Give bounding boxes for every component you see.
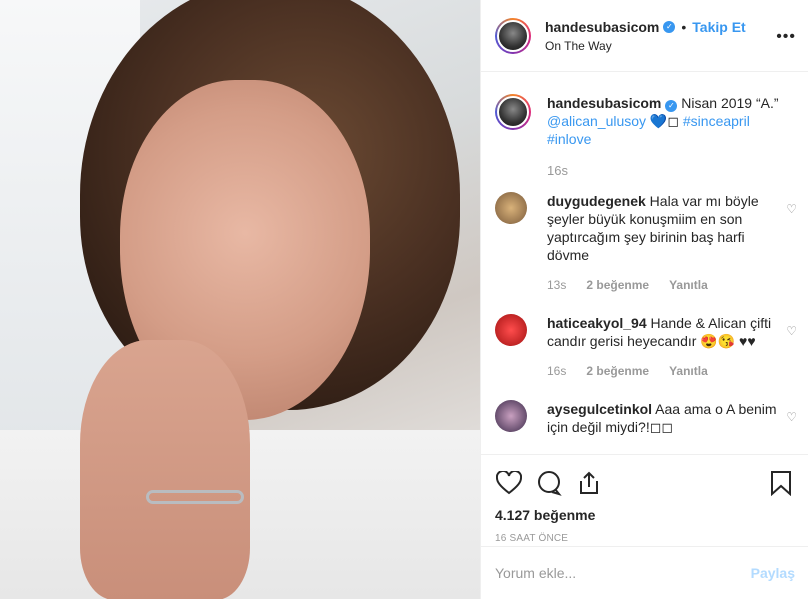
comment-time: 13s [547,278,567,292]
post-sidebar: handesubasicom ✓ • Takip Et On The Way •… [480,0,808,599]
reply-button[interactable]: Yanıtla [669,276,708,294]
comment-time: 16s [547,364,567,378]
verified-badge-icon: ✓ [663,20,676,33]
add-comment-bar: Paylaş [481,546,808,599]
caption-time: 16s [547,163,568,178]
arm-shape [80,340,250,599]
comment-item: aysegulcetinkol Aaa ama o A benim için d… [495,400,797,436]
commenter-avatar[interactable] [495,314,527,346]
like-heart-icon[interactable] [495,469,523,497]
commenter-avatar[interactable] [495,400,527,432]
verified-badge-icon: ✓ [665,100,678,112]
comment-username[interactable]: aysegulcetinkol [547,401,652,417]
post-time: 16 SAAT ÖNCE [495,533,569,544]
comment-username[interactable]: haticeakyol_94 [547,315,647,331]
more-options-icon[interactable]: ••• [776,28,796,46]
avatar[interactable] [495,17,531,54]
post-actions: 4.127 beğenme 16 SAAT ÖNCE [481,454,808,544]
comment-item: haticeakyol_94 Hande & Alican çifti cand… [495,314,797,380]
commenter-avatar[interactable] [495,192,527,224]
caption: handesubasicom ✓ Nisan 2019 “A.” @alican_… [495,94,797,180]
header-username[interactable]: handesubasicom [545,19,659,35]
bookmark-icon[interactable] [767,469,795,497]
comment-likes[interactable]: 2 beğenme [586,276,649,294]
caption-mention[interactable]: @alican_ulusoy [547,113,646,129]
caption-text: Nisan 2019 “A.” [677,95,779,111]
comment-input[interactable] [495,565,751,581]
bracelet-shape [146,490,244,504]
share-icon[interactable] [575,469,603,497]
caption-username[interactable]: handesubasicom [547,95,661,111]
caption-avatar[interactable] [495,94,531,130]
comment-username[interactable]: duygudegenek [547,193,646,209]
reply-button[interactable]: Yanıtla [669,362,708,380]
comment-bubble-icon[interactable] [535,469,563,497]
comments-list[interactable]: handesubasicom ✓ Nisan 2019 “A.” @alican_… [481,72,808,454]
caption-emoji: 💙◻ [646,113,683,129]
separator-dot: • [681,18,687,35]
heart-icon[interactable]: ♡ [786,324,797,338]
heart-icon[interactable]: ♡ [786,410,797,424]
post-photo[interactable] [0,0,480,599]
instagram-post: handesubasicom ✓ • Takip Et On The Way •… [0,0,808,599]
comment-item: duygudegenek Hala var mı böyle şeyler bü… [495,192,797,294]
like-count[interactable]: 4.127 beğenme [495,507,795,523]
post-header: handesubasicom ✓ • Takip Et On The Way •… [481,0,808,72]
location-link[interactable]: On The Way [545,39,746,53]
post-comment-button[interactable]: Paylaş [751,565,795,581]
comment-likes[interactable]: 2 beğenme [586,362,649,380]
heart-icon[interactable]: ♡ [786,202,797,216]
follow-button[interactable]: Takip Et [692,19,745,35]
